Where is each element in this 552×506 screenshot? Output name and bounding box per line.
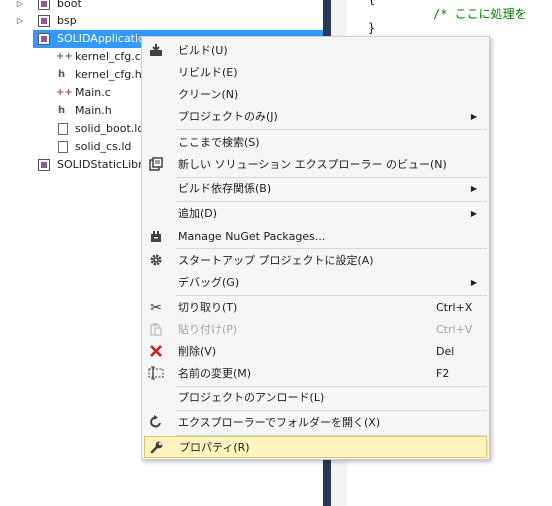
project-icon [38, 0, 50, 10]
c-file-icon: ++ [56, 87, 73, 98]
tree-item-label: kernel_cfg.h [75, 68, 142, 81]
menu-item-label: プロパティ(R) [179, 441, 250, 454]
code-line: } [368, 21, 376, 35]
menu-separator [176, 129, 487, 130]
menu-item-label: 追加(D) [178, 207, 218, 220]
tree-item-label: SOLIDApplication [57, 32, 152, 45]
menu-shortcut: Ctrl+V [436, 323, 473, 336]
code-line: { [368, 0, 375, 6]
scissors-icon: ✂ [150, 300, 162, 316]
tree-item-bsp[interactable]: ▷ bsp [0, 12, 323, 30]
project-icon [38, 33, 50, 45]
menu-item-label: プロジェクトのみ(J) [178, 110, 278, 123]
menu-item-label: リビルド(E) [178, 66, 238, 79]
tree-item-label: solid_boot.ld [75, 122, 145, 135]
expand-arrow-icon[interactable]: ▷ [15, 12, 25, 30]
menu-item-delete[interactable]: 削除(V) Del [144, 341, 487, 363]
collapse-arrow-icon[interactable]: ◢ [15, 30, 25, 48]
menu-item-properties[interactable]: プロパティ(R) [144, 436, 487, 458]
menu-item-label: ビルド依存関係(B) [178, 182, 272, 195]
menu-item-unload-project[interactable]: プロジェクトのアンロード(L) [144, 387, 487, 409]
wrench-icon [149, 440, 165, 456]
submenu-arrow-icon: ▶ [470, 112, 477, 121]
tree-item-label: solid_cs.ld [75, 140, 132, 153]
menu-item-debug[interactable]: デバッグ(G) ▶ [144, 272, 487, 294]
gear-icon [148, 253, 164, 269]
menu-item-label: スタートアップ プロジェクトに設定(A) [178, 254, 374, 267]
file-icon [58, 141, 68, 153]
menu-item-add[interactable]: 追加(D) ▶ [144, 203, 487, 225]
menu-item-label: 名前の変更(M) [178, 367, 252, 380]
header-file-icon: h [58, 69, 66, 80]
menu-item-manage-nuget[interactable]: Manage NuGet Packages... [144, 226, 487, 248]
submenu-arrow-icon: ▶ [470, 184, 477, 193]
menu-shortcut: Ctrl+X [436, 301, 473, 314]
menu-item-label: クリーン(N) [178, 88, 239, 101]
code-comment: /* ここに処理を [433, 7, 527, 21]
paste-icon [148, 322, 164, 338]
menu-item-rename[interactable]: 名前の変更(M) F2 [144, 363, 487, 385]
submenu-arrow-icon: ▶ [470, 278, 477, 287]
menu-item-label: プロジェクトのアンロード(L) [178, 391, 325, 404]
submenu-arrow-icon: ▶ [470, 209, 477, 218]
menu-item-project-only[interactable]: プロジェクトのみ(J) ▶ [144, 106, 487, 128]
menu-item-label: ここまで検索(S) [178, 136, 260, 149]
menu-item-label: 削除(V) [178, 345, 217, 358]
menu-shortcut: F2 [436, 367, 450, 380]
menu-item-new-solution-explorer-view[interactable]: 新しい ソリューション エクスプローラー のビュー(N) [144, 154, 487, 176]
tree-item-label: Main.c [75, 86, 111, 99]
menu-item-label: Manage NuGet Packages... [178, 230, 326, 243]
menu-item-label: ビルド(U) [178, 44, 228, 57]
rename-icon [148, 366, 164, 382]
menu-item-label: 貼り付け(P) [178, 323, 238, 336]
menu-item-label: 新しい ソリューション エクスプローラー のビュー(N) [178, 158, 447, 171]
menu-item-label: デバッグ(G) [178, 276, 240, 289]
project-icon [38, 15, 50, 27]
open-folder-icon [148, 415, 164, 431]
tree-item-label: bsp [57, 14, 77, 27]
menu-item-label: 切り取り(T) [178, 301, 238, 314]
project-icon [38, 159, 50, 171]
nuget-icon [148, 229, 164, 245]
tree-item-label: Main.h [75, 104, 112, 117]
menu-separator [176, 248, 487, 249]
file-icon [58, 123, 68, 135]
new-view-icon [148, 157, 164, 173]
delete-icon [148, 344, 164, 360]
context-menu: ビルド(U) リビルド(E) クリーン(N) プロジェクトのみ(J) ▶ ここま… [141, 36, 490, 460]
menu-item-paste[interactable]: 貼り付け(P) Ctrl+V [144, 319, 487, 341]
menu-separator [176, 410, 487, 411]
menu-item-build-dependencies[interactable]: ビルド依存関係(B) ▶ [144, 178, 487, 200]
menu-item-set-startup-project[interactable]: スタートアップ プロジェクトに設定(A) [144, 250, 487, 272]
menu-separator [176, 201, 487, 202]
menu-item-rebuild[interactable]: リビルド(E) [144, 62, 487, 84]
menu-item-clean[interactable]: クリーン(N) [144, 84, 487, 106]
menu-shortcut: Del [436, 345, 455, 358]
menu-separator [176, 295, 487, 296]
menu-item-open-folder-in-explorer[interactable]: エクスプローラーでフォルダーを開く(X) [144, 412, 487, 434]
menu-item-build[interactable]: ビルド(U) [144, 40, 487, 62]
menu-item-cut[interactable]: ✂ 切り取り(T) Ctrl+X [144, 297, 487, 319]
build-icon [148, 43, 164, 59]
menu-item-label: エクスプローラーでフォルダーを開く(X) [178, 416, 381, 429]
c-file-icon: ++ [56, 51, 73, 62]
tree-item-label: kernel_cfg.c [75, 50, 141, 63]
menu-item-scope-to-this[interactable]: ここまで検索(S) [144, 132, 487, 154]
header-file-icon: h [58, 105, 66, 116]
